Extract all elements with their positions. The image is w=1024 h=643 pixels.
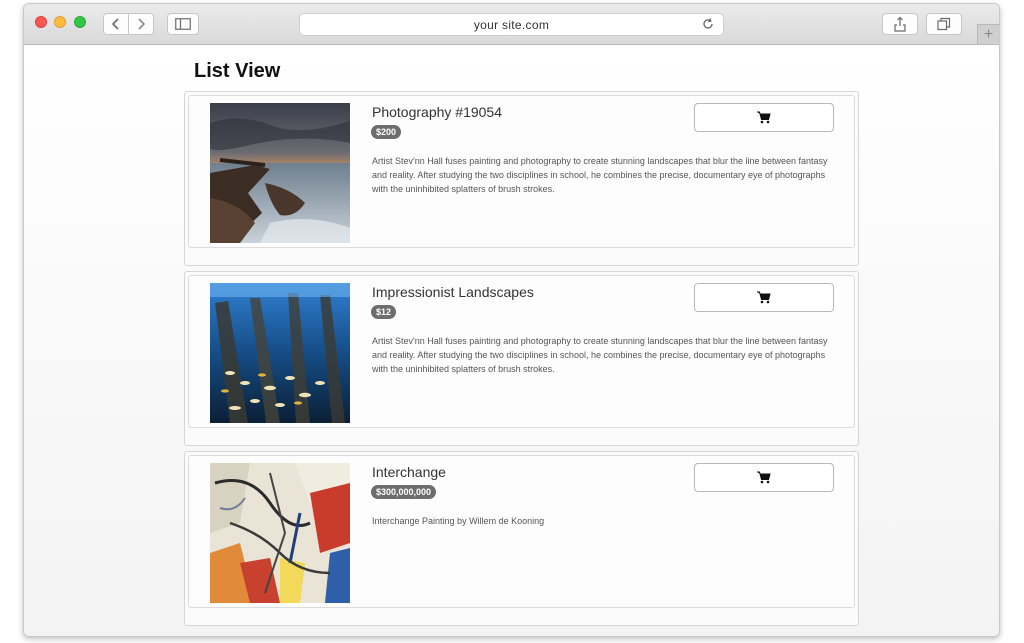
- chevron-right-icon: [138, 18, 146, 30]
- page-title: List View: [194, 60, 281, 82]
- product-title: Impressionist Landscapes: [372, 284, 534, 300]
- price-badge: $300,000,000: [371, 485, 437, 499]
- product-card: Interchange $300,000,000 Interchange Pai…: [184, 451, 859, 626]
- chevron-left-icon: [111, 18, 119, 30]
- tabs-overview-button[interactable]: [926, 13, 962, 35]
- sidebar-icon: [175, 18, 191, 30]
- share-icon: [894, 16, 906, 32]
- shopping-cart-icon: [757, 291, 771, 304]
- tabs-icon: [937, 17, 951, 31]
- product-description: Interchange Painting by Willem de Koonin…: [372, 516, 545, 526]
- add-to-cart-button[interactable]: [694, 463, 834, 492]
- minimize-window-button[interactable]: [54, 16, 66, 28]
- maximize-window-button[interactable]: [74, 16, 86, 28]
- product-card: Impressionist Landscapes $12 Artist Stev…: [184, 271, 859, 446]
- underwater-photo: [210, 283, 350, 423]
- product-card-body: Impressionist Landscapes $12 Artist Stev…: [188, 275, 855, 428]
- reload-icon[interactable]: [701, 17, 715, 31]
- back-button[interactable]: [103, 13, 129, 35]
- close-window-button[interactable]: [35, 16, 47, 28]
- add-to-cart-button[interactable]: [694, 103, 834, 132]
- product-card-body: Photography #19054 $200 Artist Stev'nn H…: [188, 95, 855, 248]
- product-description: Artist Stev'nn Hall fuses painting and p…: [372, 336, 828, 374]
- product-image: [210, 463, 350, 603]
- abstract-painting: [210, 463, 350, 603]
- plus-icon: +: [983, 25, 994, 43]
- url-text: your site.com: [473, 17, 550, 32]
- address-bar[interactable]: your site.com: [299, 13, 724, 36]
- product-card: Photography #19054 $200 Artist Stev'nn H…: [184, 91, 859, 266]
- sidebar-toggle-button[interactable]: [167, 13, 199, 35]
- product-title: Photography #19054: [372, 104, 502, 120]
- new-tab-button[interactable]: +: [977, 24, 999, 44]
- add-to-cart-button[interactable]: [694, 283, 834, 312]
- page-content: List View Photography #19054 $200 Artist…: [24, 46, 999, 636]
- product-image: [210, 283, 350, 423]
- browser-window: your site.com + List View Photography #1…: [23, 3, 1000, 637]
- price-badge: $200: [371, 125, 402, 139]
- product-title: Interchange: [372, 464, 446, 480]
- price-badge: $12: [371, 305, 397, 319]
- shopping-cart-icon: [757, 471, 771, 484]
- forward-button[interactable]: [128, 13, 154, 35]
- shopping-cart-icon: [757, 111, 771, 124]
- seascape-photo: [210, 103, 350, 243]
- share-button[interactable]: [882, 13, 918, 35]
- product-image: [210, 103, 350, 243]
- browser-toolbar: your site.com +: [24, 4, 999, 45]
- product-card-body: Interchange $300,000,000 Interchange Pai…: [188, 455, 855, 608]
- product-description: Artist Stev'nn Hall fuses painting and p…: [372, 156, 828, 194]
